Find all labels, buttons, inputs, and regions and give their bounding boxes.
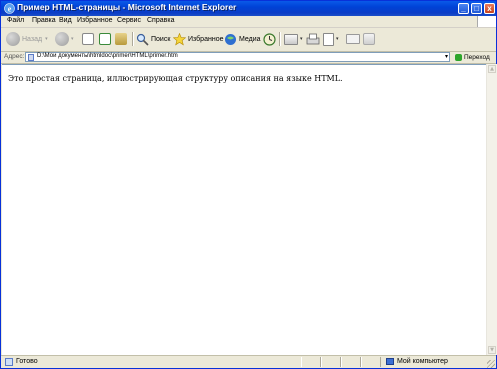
discuss-icon: [346, 34, 360, 44]
history-icon: [263, 32, 276, 46]
discuss-button[interactable]: [346, 31, 362, 47]
messenger-button[interactable]: [363, 31, 377, 47]
search-label: Поиск: [151, 35, 171, 43]
history-button[interactable]: [263, 31, 276, 47]
page-body-text: Это простая страница, иллюстрирующая стр…: [8, 74, 343, 83]
resize-grip[interactable]: [487, 360, 495, 368]
refresh-button[interactable]: [99, 31, 113, 47]
my-computer-icon: [386, 358, 394, 365]
status-cell: [321, 357, 341, 367]
mail-button[interactable]: ▾: [284, 31, 303, 47]
menu-favorites[interactable]: Избранное: [77, 17, 112, 24]
window-title: Пример HTML-страницы - Microsoft Interne…: [17, 2, 237, 12]
stop-icon: [82, 33, 94, 45]
title-bar[interactable]: e Пример HTML-страницы - Microsoft Inter…: [1, 1, 496, 16]
back-dropdown-icon: ▾: [45, 36, 48, 42]
menu-file[interactable]: Файл: [7, 17, 24, 24]
print-button[interactable]: [306, 31, 320, 47]
menu-help[interactable]: Справка: [147, 17, 174, 24]
address-label: Адрес:: [4, 53, 25, 60]
favorites-label: Избранное: [188, 35, 224, 43]
media-label: Медиа: [239, 35, 261, 43]
minimize-button[interactable]: _: [458, 3, 469, 14]
status-cell: [301, 357, 321, 367]
edit-dropdown-icon: ▾: [336, 36, 339, 42]
page-content: Это простая страница, иллюстрирующая стр…: [2, 64, 486, 355]
internet-explorer-icon: e: [4, 3, 15, 14]
vertical-scrollbar[interactable]: ▲ ▼: [486, 64, 497, 355]
forward-icon: [55, 32, 69, 46]
favorites-icon: [173, 32, 186, 45]
back-icon: [6, 32, 20, 46]
close-button[interactable]: x: [484, 3, 495, 14]
forward-dropdown-icon: ▾: [71, 36, 74, 42]
address-dropdown-icon[interactable]: ▾: [443, 53, 450, 61]
media-button[interactable]: Медиа: [224, 31, 261, 47]
menu-view[interactable]: Вид: [59, 17, 72, 24]
menu-bar: Файл Правка Вид Избранное Сервис Справка: [1, 16, 496, 28]
address-field[interactable]: D:\Мои документы\htmldoc\primer\HTML\pri…: [25, 52, 450, 62]
go-arrow-icon: [455, 53, 462, 61]
security-zone: Мой компьютер: [386, 358, 448, 365]
status-text: Готово: [16, 358, 38, 365]
maximize-button[interactable]: □: [471, 3, 482, 14]
go-button[interactable]: Переход: [455, 52, 490, 62]
stop-button[interactable]: [82, 31, 96, 47]
browser-window: e Пример HTML-страницы - Microsoft Inter…: [0, 0, 497, 369]
edit-icon: [323, 32, 334, 46]
status-cell: [341, 357, 361, 367]
search-button[interactable]: Поиск: [136, 31, 170, 47]
home-button[interactable]: [115, 31, 129, 47]
page-done-icon: [5, 358, 13, 366]
media-icon: [225, 33, 236, 45]
refresh-icon: [99, 33, 111, 45]
toolbar-separator: [132, 32, 134, 46]
edit-button[interactable]: ▾: [323, 31, 339, 47]
go-label: Переход: [464, 53, 490, 61]
print-icon: [306, 33, 320, 44]
address-url[interactable]: D:\Мои документы\htmldoc\primer\HTML\pri…: [37, 53, 178, 59]
scroll-down-icon[interactable]: ▼: [488, 346, 496, 354]
back-label: Назад: [22, 35, 43, 43]
messenger-icon: [363, 33, 375, 45]
toolbar-separator: [279, 32, 281, 46]
scroll-up-icon[interactable]: ▲: [488, 65, 496, 73]
search-icon: [136, 33, 149, 46]
status-cell: [361, 357, 381, 367]
back-button[interactable]: Назад ▾: [6, 31, 48, 47]
svg-text:e: e: [8, 4, 12, 13]
mail-icon: [284, 33, 298, 45]
mail-dropdown-icon: ▾: [300, 36, 303, 42]
menu-edit[interactable]: Правка: [32, 17, 56, 24]
forward-button[interactable]: ▾: [55, 31, 74, 47]
status-bar: Готово Мой компьютер: [1, 355, 496, 369]
page-icon: [28, 54, 34, 61]
menu-tools[interactable]: Сервис: [117, 17, 141, 24]
home-icon: [115, 33, 127, 45]
standard-toolbar: Назад ▾ ▾ Поиск Избранное Медиа ▾ ▾: [1, 28, 496, 52]
zone-text: Мой компьютер: [397, 358, 448, 365]
windows-logo: [477, 16, 496, 27]
address-bar: Адрес: D:\Мои документы\htmldoc\primer\H…: [1, 52, 496, 64]
favorites-button[interactable]: Избранное: [173, 31, 223, 47]
